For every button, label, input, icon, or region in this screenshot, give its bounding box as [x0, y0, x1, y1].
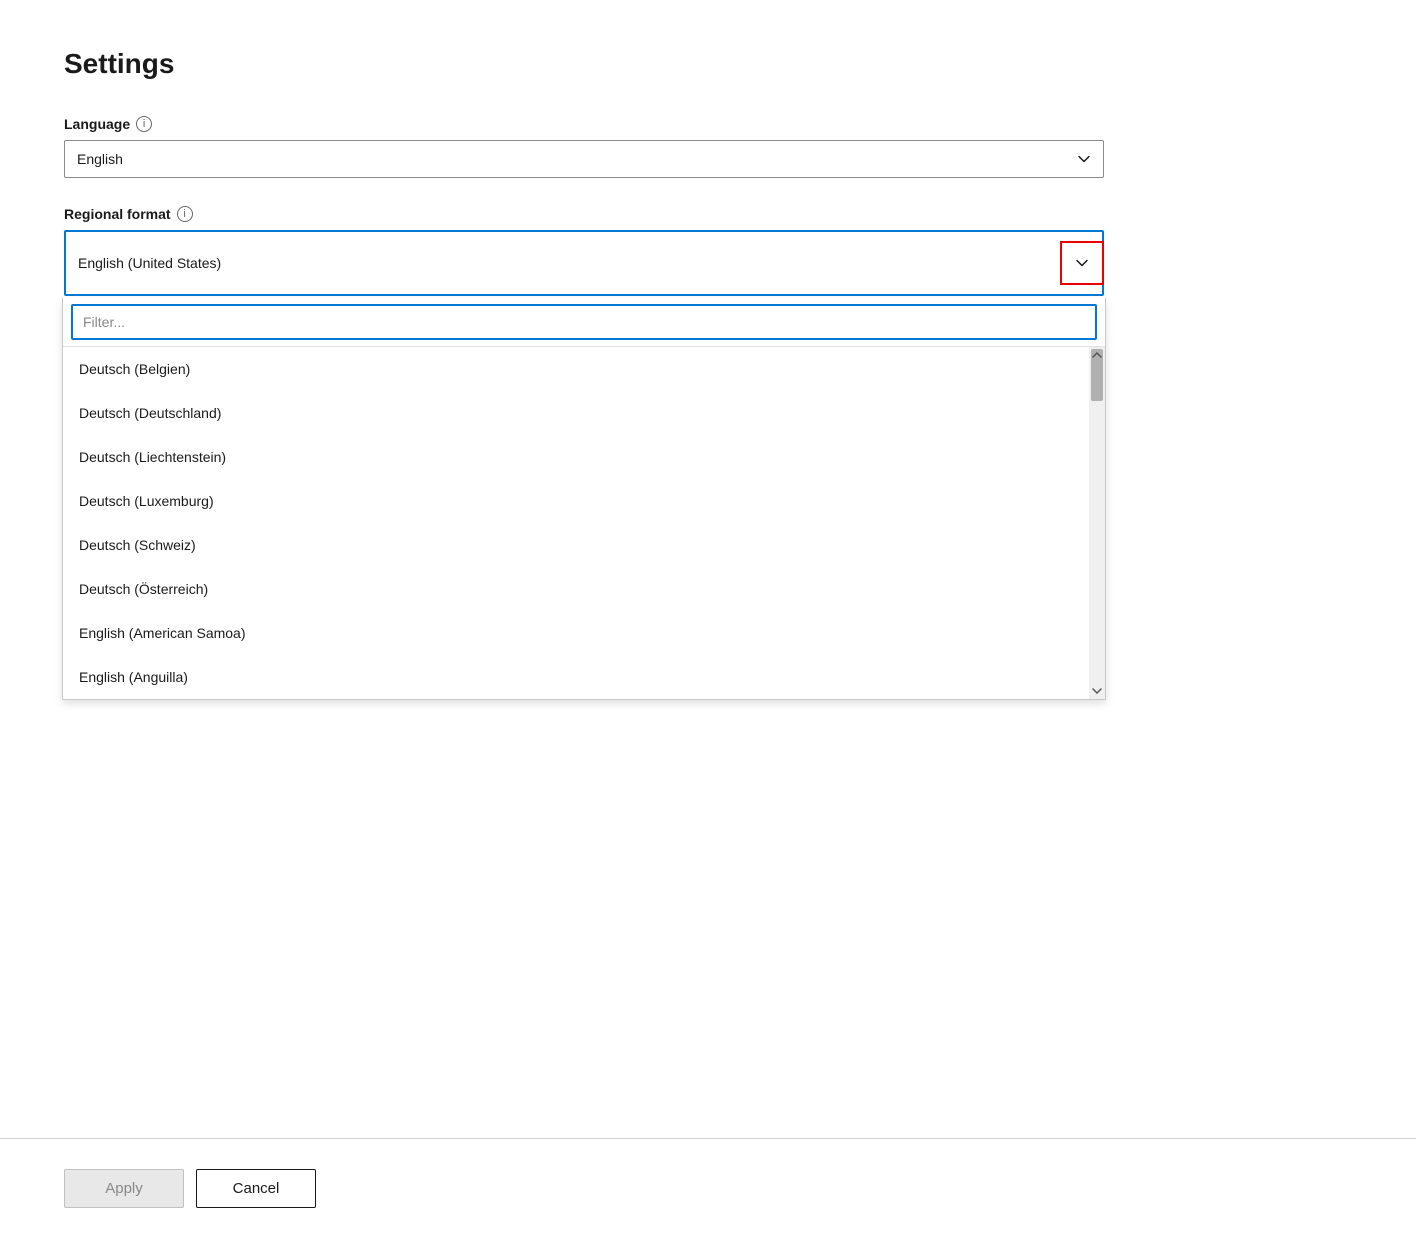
regional-format-dropdown-panel: Deutsch (Belgien) Deutsch (Deutschland) … — [62, 298, 1106, 700]
regional-format-selected-value: English (United States) — [78, 255, 1060, 271]
list-item[interactable]: Deutsch (Deutschland) — [63, 391, 1089, 435]
list-item[interactable]: Deutsch (Österreich) — [63, 567, 1089, 611]
list-item[interactable]: Deutsch (Liechtenstein) — [63, 435, 1089, 479]
regional-format-selected-row[interactable]: English (United States) — [66, 232, 1102, 294]
chevron-down-icon — [1077, 152, 1091, 166]
footer-bar: Apply Cancel — [0, 1138, 1416, 1238]
settings-page: Settings Language i English Regional for… — [0, 0, 1150, 372]
language-select[interactable]: English — [64, 140, 1104, 178]
scrollbar-track[interactable] — [1089, 347, 1105, 699]
dropdown-list-container: Deutsch (Belgien) Deutsch (Deutschland) … — [63, 347, 1105, 699]
scroll-down-icon — [1092, 688, 1102, 694]
scroll-up-icon — [1092, 352, 1102, 358]
language-label: Language i — [64, 116, 1086, 132]
chevron-down-icon-regional — [1075, 256, 1089, 270]
language-field-group: Language i English — [64, 116, 1086, 178]
regional-format-select[interactable]: English (United States) — [64, 230, 1104, 296]
regional-format-label: Regional format i — [64, 206, 1086, 222]
filter-input-wrapper — [63, 298, 1105, 347]
page-title: Settings — [64, 48, 1086, 80]
apply-button[interactable]: Apply — [64, 1169, 184, 1208]
language-info-icon: i — [136, 116, 152, 132]
regional-format-info-icon: i — [177, 206, 193, 222]
filter-input[interactable] — [71, 304, 1097, 340]
scroll-down-arrow[interactable] — [1089, 683, 1105, 699]
list-item[interactable]: Deutsch (Luxemburg) — [63, 479, 1089, 523]
regional-format-field-group: Regional format i English (United States… — [64, 206, 1086, 296]
language-chevron-button[interactable] — [1064, 140, 1104, 178]
scroll-up-arrow[interactable] — [1089, 347, 1105, 363]
language-select-wrapper: English — [64, 140, 1104, 178]
list-item[interactable]: English (Anguilla) — [63, 655, 1089, 699]
language-selected-value: English — [77, 151, 123, 167]
list-item[interactable]: Deutsch (Belgien) — [63, 347, 1089, 391]
regional-format-dropdown-container: English (United States) De — [64, 230, 1104, 296]
cancel-button[interactable]: Cancel — [196, 1169, 316, 1208]
list-item[interactable]: Deutsch (Schweiz) — [63, 523, 1089, 567]
list-item[interactable]: English (American Samoa) — [63, 611, 1089, 655]
regional-format-chevron-button[interactable] — [1060, 241, 1104, 285]
dropdown-list: Deutsch (Belgien) Deutsch (Deutschland) … — [63, 347, 1105, 699]
